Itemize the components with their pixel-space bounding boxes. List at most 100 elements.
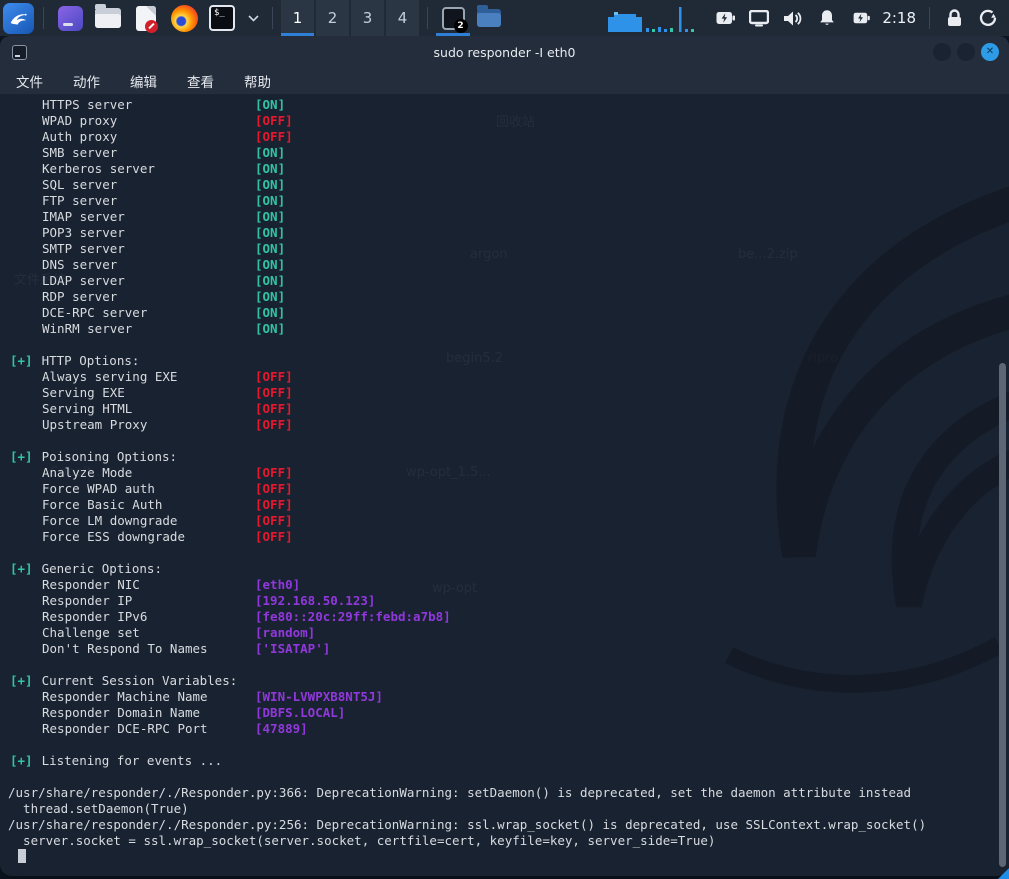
launcher-firefox[interactable] xyxy=(169,3,199,33)
deprecation-warning: /usr/share/responder/./Responder.py:366:… xyxy=(0,785,1009,801)
taskbar-terminal-window[interactable]: 2 xyxy=(435,0,471,36)
kali-menu-button[interactable] xyxy=(3,3,34,34)
option-row: Serving HTML[OFF] xyxy=(0,401,1009,417)
panel-separator xyxy=(427,7,428,29)
menu-file[interactable]: 文件 xyxy=(16,71,43,91)
volume-tray[interactable] xyxy=(776,0,810,36)
lock-icon xyxy=(946,9,963,27)
option-row: Serving EXE[OFF] xyxy=(0,385,1009,401)
taskbar-files-window[interactable] xyxy=(471,0,507,36)
bell-icon xyxy=(818,9,836,27)
option-row: Force Basic Auth[OFF] xyxy=(0,497,1009,513)
menubar: 文件 动作 编辑 查看 帮助 xyxy=(0,68,1009,95)
titlebar[interactable]: sudo responder -I eth0 ✕ xyxy=(0,36,1009,68)
launcher-file-manager[interactable] xyxy=(93,3,123,33)
panel-status-area: 2:18 xyxy=(606,0,1009,36)
option-row: Responder NIC[eth0] xyxy=(0,577,1009,593)
server-row: LDAP server[ON] xyxy=(0,273,1009,289)
notifications-tray[interactable] xyxy=(810,0,844,36)
deprecation-warning-code: thread.setDaemon(True) xyxy=(0,801,1009,817)
server-row: RDP server[ON] xyxy=(0,289,1009,305)
option-row: Analyze Mode[OFF] xyxy=(0,465,1009,481)
red-badge-icon xyxy=(145,20,158,33)
server-row: SQL server[ON] xyxy=(0,177,1009,193)
network-tray[interactable] xyxy=(742,0,776,36)
workspace-4[interactable]: 4 xyxy=(386,0,419,36)
menu-view[interactable]: 查看 xyxy=(187,71,214,91)
option-row: Force LM downgrade[OFF] xyxy=(0,513,1009,529)
window-title: sudo responder -I eth0 xyxy=(0,45,1009,60)
option-row: Upstream Proxy[OFF] xyxy=(0,417,1009,433)
workspace-3[interactable]: 3 xyxy=(351,0,384,36)
battery-icon xyxy=(853,11,870,25)
window-count-badge: 2 xyxy=(454,19,468,33)
maximize-button[interactable] xyxy=(957,43,975,61)
option-row: Don't Respond To Names['ISATAP'] xyxy=(0,641,1009,657)
terminal-window-icon: 2 xyxy=(442,7,465,30)
menu-edit[interactable]: 编辑 xyxy=(130,71,157,91)
close-button[interactable]: ✕ xyxy=(981,43,999,61)
power-manager-tray[interactable] xyxy=(708,0,742,36)
option-row: Force WPAD auth[OFF] xyxy=(0,481,1009,497)
server-row: Auth proxy[OFF] xyxy=(0,129,1009,145)
launcher-terminal[interactable]: $_ xyxy=(207,3,237,33)
workspace-switcher: 1 2 3 4 xyxy=(280,0,420,36)
server-row: HTTPS server[ON] xyxy=(0,97,1009,113)
qterminal-window: sudo responder -I eth0 ✕ 文件 动作 编辑 查看 帮助 … xyxy=(0,36,1009,876)
option-row: Responder DCE-RPC Port[47889] xyxy=(0,721,1009,737)
launcher-dropdown[interactable] xyxy=(245,3,261,33)
option-row: Responder Machine Name[WIN-LVWPXB8NT5J] xyxy=(0,689,1009,705)
ethernet-icon xyxy=(749,10,769,27)
kali-dragon-icon xyxy=(9,8,29,28)
document-icon xyxy=(136,6,156,31)
terminal-cursor xyxy=(18,849,26,863)
section-header: [+]HTTP Options: xyxy=(0,353,1009,369)
terminal-output: HTTPS server[ON] WPAD proxy[OFF] Auth pr… xyxy=(0,95,1009,865)
deprecation-warning: /usr/share/responder/./Responder.py:256:… xyxy=(0,817,1009,833)
blue-folder-icon xyxy=(477,9,501,27)
battery-tray[interactable] xyxy=(844,0,878,36)
option-row: Challenge set[random] xyxy=(0,625,1009,641)
server-row: WPAD proxy[OFF] xyxy=(0,113,1009,129)
speaker-icon xyxy=(783,10,803,27)
section-header: [+]Poisoning Options: xyxy=(0,449,1009,465)
server-row: DNS server[ON] xyxy=(0,257,1009,273)
menu-help[interactable]: 帮助 xyxy=(244,71,271,91)
option-row: Responder Domain Name[DBFS.LOCAL] xyxy=(0,705,1009,721)
scrollbar-thumb[interactable] xyxy=(999,363,1006,867)
workspace-1[interactable]: 1 xyxy=(281,0,314,36)
server-row: SMB server[ON] xyxy=(0,145,1009,161)
server-row: DCE-RPC server[ON] xyxy=(0,305,1009,321)
minimize-button[interactable] xyxy=(933,43,951,61)
logout-button[interactable] xyxy=(971,0,1005,36)
lock-screen-button[interactable] xyxy=(937,0,971,36)
terminal-icon: $_ xyxy=(209,5,235,31)
server-row: WinRM server[ON] xyxy=(0,321,1009,337)
menu-actions[interactable]: 动作 xyxy=(73,71,100,91)
option-row: Responder IPv6[fe80::20c:29ff:febd:a7b8] xyxy=(0,609,1009,625)
server-row: FTP server[ON] xyxy=(0,193,1009,209)
option-row: Always serving EXE[OFF] xyxy=(0,369,1009,385)
launcher-text-editor[interactable] xyxy=(131,3,161,33)
battery-icon xyxy=(716,10,735,26)
section-header: [+]Current Session Variables: xyxy=(0,673,1009,689)
server-row: SMTP server[ON] xyxy=(0,241,1009,257)
cursor-line xyxy=(0,849,1009,865)
listening-line: [+]Listening for events ... xyxy=(0,753,1009,769)
app-window-icon xyxy=(58,6,83,31)
terminal-viewport[interactable]: 回收站 文件系统 argon be...2.zip begin5.2 ripro… xyxy=(0,95,1009,875)
clock[interactable]: 2:18 xyxy=(882,9,916,27)
cpu-graph-widget[interactable] xyxy=(606,4,698,32)
server-row: IMAP server[ON] xyxy=(0,209,1009,225)
panel-separator xyxy=(272,7,273,29)
folder-icon xyxy=(95,8,121,28)
logout-icon xyxy=(979,9,997,27)
section-header: [+]Generic Options: xyxy=(0,561,1009,577)
option-row: Force ESS downgrade[OFF] xyxy=(0,529,1009,545)
server-row: POP3 server[ON] xyxy=(0,225,1009,241)
desktop-corner-accent xyxy=(998,868,1009,879)
chevron-down-icon xyxy=(248,15,259,22)
launcher-app-window[interactable] xyxy=(55,3,85,33)
server-row: Kerberos server[ON] xyxy=(0,161,1009,177)
workspace-2[interactable]: 2 xyxy=(316,0,349,36)
